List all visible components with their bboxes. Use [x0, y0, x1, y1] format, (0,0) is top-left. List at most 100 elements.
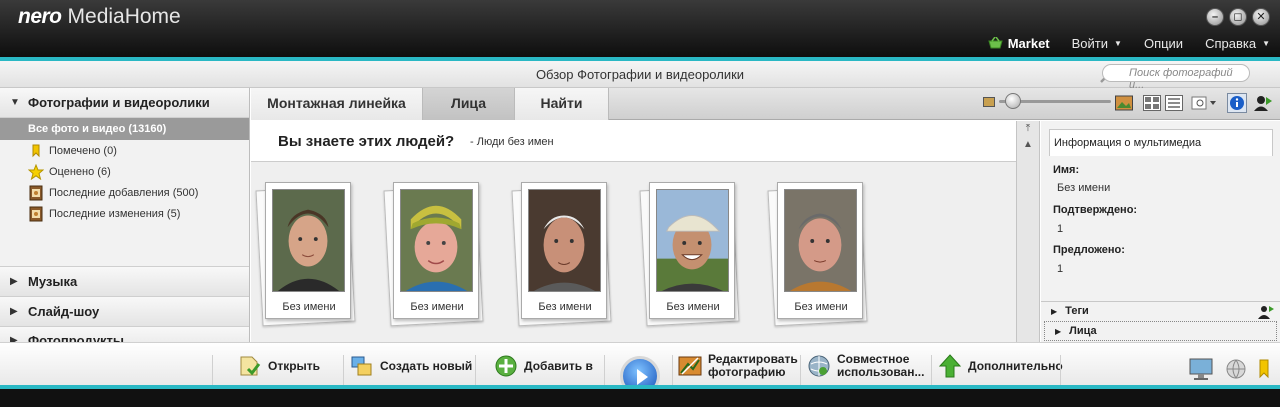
name-label: Имя: — [1053, 164, 1080, 176]
sidebar-item-rated[interactable]: Оценено (6) — [0, 161, 249, 182]
add-to-label: Добавить в — [524, 359, 593, 373]
confirmed-label: Подтверждено: — [1053, 204, 1138, 216]
title-bar: nero MediaHome – ◻ ✕ Market Войти ▼ Опции … — [0, 0, 1280, 57]
bottom-toolbar: Открыть Создать новый Добавить в Редакти… — [0, 342, 1280, 396]
network-globe-icon[interactable] — [1224, 357, 1248, 381]
edit-photo-label-2: фотографию — [708, 365, 786, 379]
sidebar-section-music[interactable]: ▶ Музыка — [0, 267, 249, 297]
scroll-up-icon[interactable]: ▲ — [1020, 139, 1036, 153]
large-thumbnail-icon[interactable] — [1115, 95, 1133, 111]
accordion-tags[interactable]: ▶ Теги — [1041, 301, 1280, 321]
market-button[interactable]: Market — [988, 36, 1050, 51]
sidebar-section-slideshow[interactable]: ▶ Слайд-шоу — [0, 297, 249, 327]
sidebar-item-label: Последние изменения (5) — [49, 207, 181, 220]
tab-find[interactable]: Найти — [515, 88, 609, 120]
more-button[interactable]: Дополнительно — [938, 353, 1063, 379]
person-tag-icon[interactable] — [1258, 304, 1274, 320]
card-front: Без имени — [393, 182, 479, 319]
info-panel: Информация о мультимедиа Имя: Без имени … — [1041, 121, 1280, 342]
accordion-faces-label: Лица — [1069, 325, 1097, 337]
info-body: Имя: Без имени Подтверждено: 1 Предложен… — [1049, 156, 1273, 298]
face-card[interactable]: Без имени — [639, 182, 740, 327]
grid-view-icon[interactable] — [1143, 95, 1161, 111]
close-button[interactable]: ✕ — [1252, 8, 1270, 26]
face-name: Без имени — [410, 301, 464, 313]
chevron-down-icon: ▼ — [10, 97, 20, 108]
monitor-icon[interactable] — [1188, 357, 1214, 381]
menu-help[interactable]: Справка ▼ — [1205, 36, 1270, 51]
sidebar-section-label: Фотографии и видеоролики — [28, 95, 210, 110]
separator — [343, 355, 344, 387]
list-view-icon[interactable] — [1165, 95, 1183, 111]
app-logo: nero MediaHome — [18, 5, 181, 29]
face-name: Без имени — [666, 301, 720, 313]
album-icon — [29, 185, 43, 200]
add-plus-icon — [495, 355, 517, 377]
accent-line — [0, 385, 1280, 389]
edit-photo-icon — [678, 356, 702, 376]
sidebar-section-label: Слайд-шоу — [28, 304, 100, 319]
create-new-label: Создать новый — [380, 359, 473, 373]
tab-timeline[interactable]: Монтажная линейка — [251, 88, 423, 120]
sidebar-item-recent-changed[interactable]: Последние изменения (5) — [0, 203, 249, 224]
minimize-button[interactable]: – — [1206, 8, 1224, 26]
vertical-scrollbar[interactable]: ⤒ ▲ — [1016, 121, 1040, 342]
menu-options[interactable]: Опции — [1144, 36, 1183, 51]
menu-login[interactable]: Войти ▼ — [1072, 36, 1122, 51]
face-card[interactable]: Без имени — [255, 182, 356, 327]
globe-share-icon — [808, 355, 830, 377]
star-icon — [28, 163, 44, 180]
person-share-icon[interactable] — [1253, 93, 1273, 113]
view-options-dropdown-icon[interactable] — [1191, 95, 1219, 111]
face-card[interactable]: Без имени — [767, 182, 868, 327]
info-tab[interactable]: Информация о мультимедиа — [1049, 129, 1273, 156]
maximize-button[interactable]: ◻ — [1229, 8, 1247, 26]
sidebar-spacer — [0, 224, 249, 267]
face-name: Без имени — [794, 301, 848, 313]
create-new-button[interactable]: Создать новый — [350, 353, 472, 379]
open-button[interactable]: Открыть — [238, 353, 320, 379]
face-card[interactable]: Без имени — [383, 182, 484, 327]
small-thumbnail-icon[interactable] — [983, 97, 995, 107]
accordion-faces[interactable]: ▶ Лица — [1044, 321, 1277, 341]
suggested-label: Предложено: — [1053, 244, 1125, 256]
app-name: MediaHome — [67, 5, 181, 28]
card-front: Без имени — [649, 182, 735, 319]
arrow-up-icon — [938, 354, 962, 378]
sidebar-item-recent-added[interactable]: Последние добавления (500) — [0, 182, 249, 203]
market-label: Market — [1007, 35, 1050, 51]
suggested-value: 1 — [1057, 263, 1064, 275]
sidebar-item-tagged[interactable]: Помечено (0) — [0, 140, 249, 161]
face-card[interactable]: Без имени — [511, 182, 612, 327]
tab-faces[interactable]: Лица — [423, 88, 515, 120]
face-photo — [784, 189, 857, 292]
page-title: Обзор Фотографии и видеоролики — [535, 67, 745, 82]
face-photo — [400, 189, 473, 292]
open-folder-icon — [240, 356, 261, 376]
separator — [604, 355, 605, 387]
search-input[interactable]: Поиск фотографий и... — [1102, 64, 1250, 91]
faces-subtitle: - Люди без имен — [470, 136, 554, 148]
chevron-down-icon: ▼ — [1262, 38, 1270, 48]
tag-icon — [32, 144, 40, 157]
album-icon — [29, 206, 43, 221]
more-label: Дополнительно — [968, 359, 1063, 373]
menu-help-label: Справка — [1205, 35, 1257, 51]
add-to-button[interactable]: Добавить в — [494, 353, 593, 379]
card-front: Без имени — [521, 182, 607, 319]
face-photo — [656, 189, 729, 292]
edit-photo-button[interactable]: Редактировать фотографию — [678, 353, 798, 379]
brand-name: nero — [18, 5, 62, 28]
zoom-slider-handle[interactable] — [1005, 93, 1021, 109]
scroll-to-top-icon[interactable]: ⤒ — [1020, 123, 1036, 137]
play-icon — [637, 369, 648, 385]
sidebar-section-photos[interactable]: ▼ Фотографии и видеоролики — [0, 88, 249, 118]
sidebar-item-all[interactable]: Все фото и видео (13160) — [0, 118, 249, 140]
sidebar: ▼ Фотографии и видеоролики Все фото и ви… — [0, 88, 250, 355]
chevron-right-icon: ▶ — [1055, 327, 1062, 336]
menu-login-label: Войти — [1071, 35, 1109, 51]
accordion-tags-label: Теги — [1065, 305, 1089, 317]
info-icon[interactable] — [1227, 93, 1247, 113]
tag-icon[interactable] — [1258, 357, 1270, 381]
share-button[interactable]: Совместное использован... — [807, 353, 924, 379]
